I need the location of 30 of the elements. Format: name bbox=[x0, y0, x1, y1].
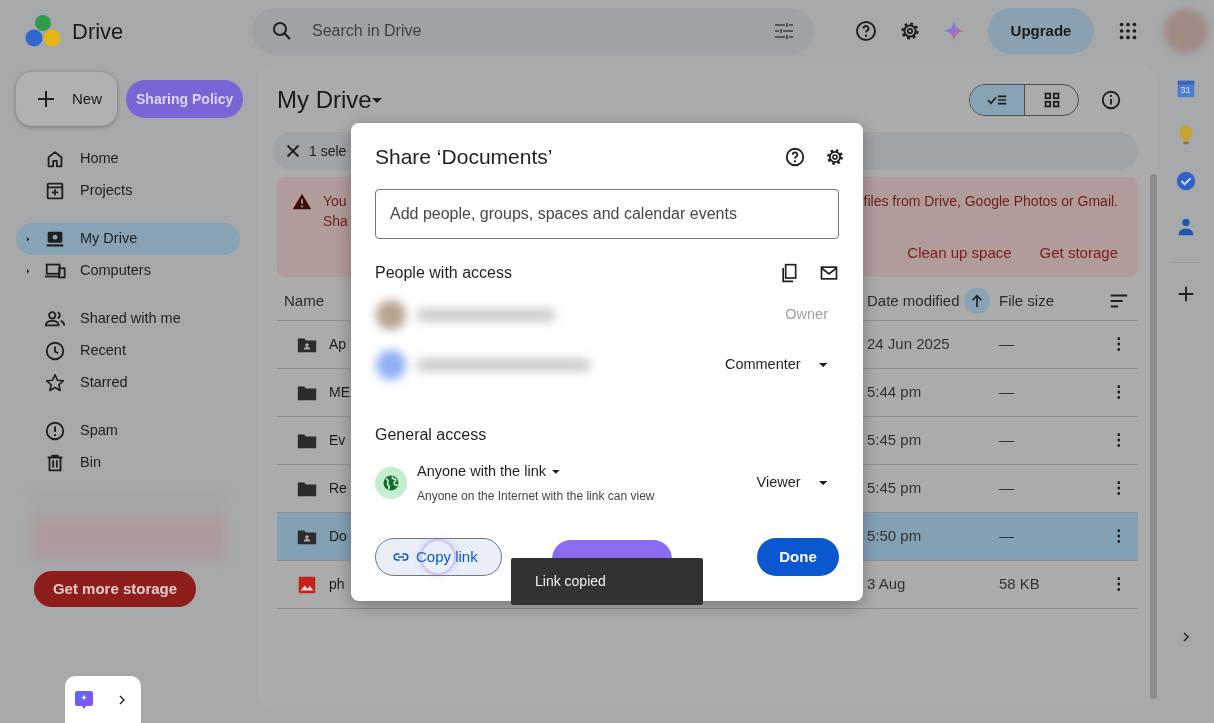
date-text: 24 Jun 2025 bbox=[867, 335, 950, 353]
section-heading: People with access bbox=[375, 263, 513, 283]
date-text: 3 Aug bbox=[867, 575, 906, 593]
file-name: Ap bbox=[329, 335, 347, 354]
banner-text: files from Drive, Google Photos or Gmail. bbox=[863, 192, 1118, 211]
file-name: Do bbox=[329, 527, 347, 546]
file-name: ph bbox=[329, 575, 345, 594]
file-name: Re bbox=[329, 479, 347, 498]
date-text: 5:45 pm bbox=[867, 431, 922, 449]
date-text: 5:50 pm bbox=[867, 527, 922, 545]
selection-count: 1 sele bbox=[309, 141, 347, 161]
date-text: 5:45 pm bbox=[867, 479, 922, 497]
link-copied-toast: Link copied bbox=[511, 558, 703, 605]
size-text: 58 KB bbox=[999, 575, 1040, 593]
banner-text: Sha bbox=[323, 212, 348, 231]
size-text: — bbox=[999, 383, 1014, 401]
access-description: Anyone on the Internet with the link can view bbox=[417, 487, 656, 505]
size-text: — bbox=[999, 431, 1014, 449]
role-text: Owner bbox=[785, 305, 828, 325]
banner-text: You bbox=[323, 192, 348, 211]
app-name: Drive bbox=[72, 17, 125, 46]
calendar-date: 31 bbox=[1180, 85, 1191, 95]
size-text: — bbox=[999, 479, 1014, 497]
dialog-title: Share ‘Documents’ bbox=[375, 144, 554, 171]
date-text: 5:44 pm bbox=[867, 383, 922, 401]
section-heading: General access bbox=[375, 425, 488, 445]
size-text: — bbox=[999, 527, 1014, 545]
size-text: — bbox=[999, 335, 1014, 353]
file-name: Ev bbox=[329, 431, 346, 450]
file-name: ME bbox=[329, 383, 350, 402]
